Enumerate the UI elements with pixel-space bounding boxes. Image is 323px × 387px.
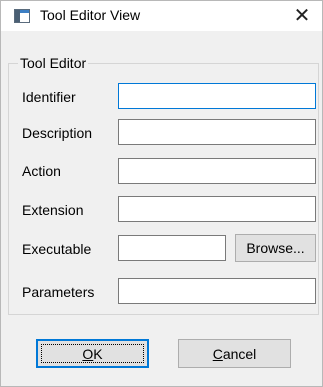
executable-field[interactable] <box>118 235 226 261</box>
cancel-button[interactable]: Cancel <box>178 339 291 368</box>
extension-label: Extension <box>22 202 84 218</box>
window-title: Tool Editor View <box>40 7 141 23</box>
identifier-label: Identifier <box>22 89 76 105</box>
cancel-label-rest: ancel <box>222 345 257 362</box>
app-window-icon <box>14 9 30 23</box>
ok-label: OK <box>82 346 102 362</box>
group-label: Tool Editor <box>18 55 89 71</box>
executable-label: Executable <box>22 241 92 257</box>
browse-button[interactable]: Browse... <box>235 234 316 262</box>
action-label: Action <box>22 163 61 179</box>
ok-mnemonic: O <box>82 345 94 362</box>
action-field[interactable] <box>118 158 316 184</box>
close-icon[interactable]: ✕ <box>289 5 315 27</box>
description-field[interactable] <box>118 119 316 145</box>
title-bar[interactable]: Tool Editor View ✕ <box>1 1 322 31</box>
parameters-label: Parameters <box>22 284 95 300</box>
tool-editor-dialog: Tool Editor View ✕ Tool Editor Identifie… <box>0 0 323 387</box>
identifier-field[interactable] <box>118 83 316 109</box>
description-label: Description <box>22 125 93 141</box>
ok-button[interactable]: OK <box>36 339 149 368</box>
cancel-mnemonic: C <box>212 345 223 362</box>
parameters-field[interactable] <box>118 278 316 304</box>
extension-field[interactable] <box>118 196 316 222</box>
cancel-label: Cancel <box>213 346 257 362</box>
ok-label-rest: K <box>93 345 103 362</box>
